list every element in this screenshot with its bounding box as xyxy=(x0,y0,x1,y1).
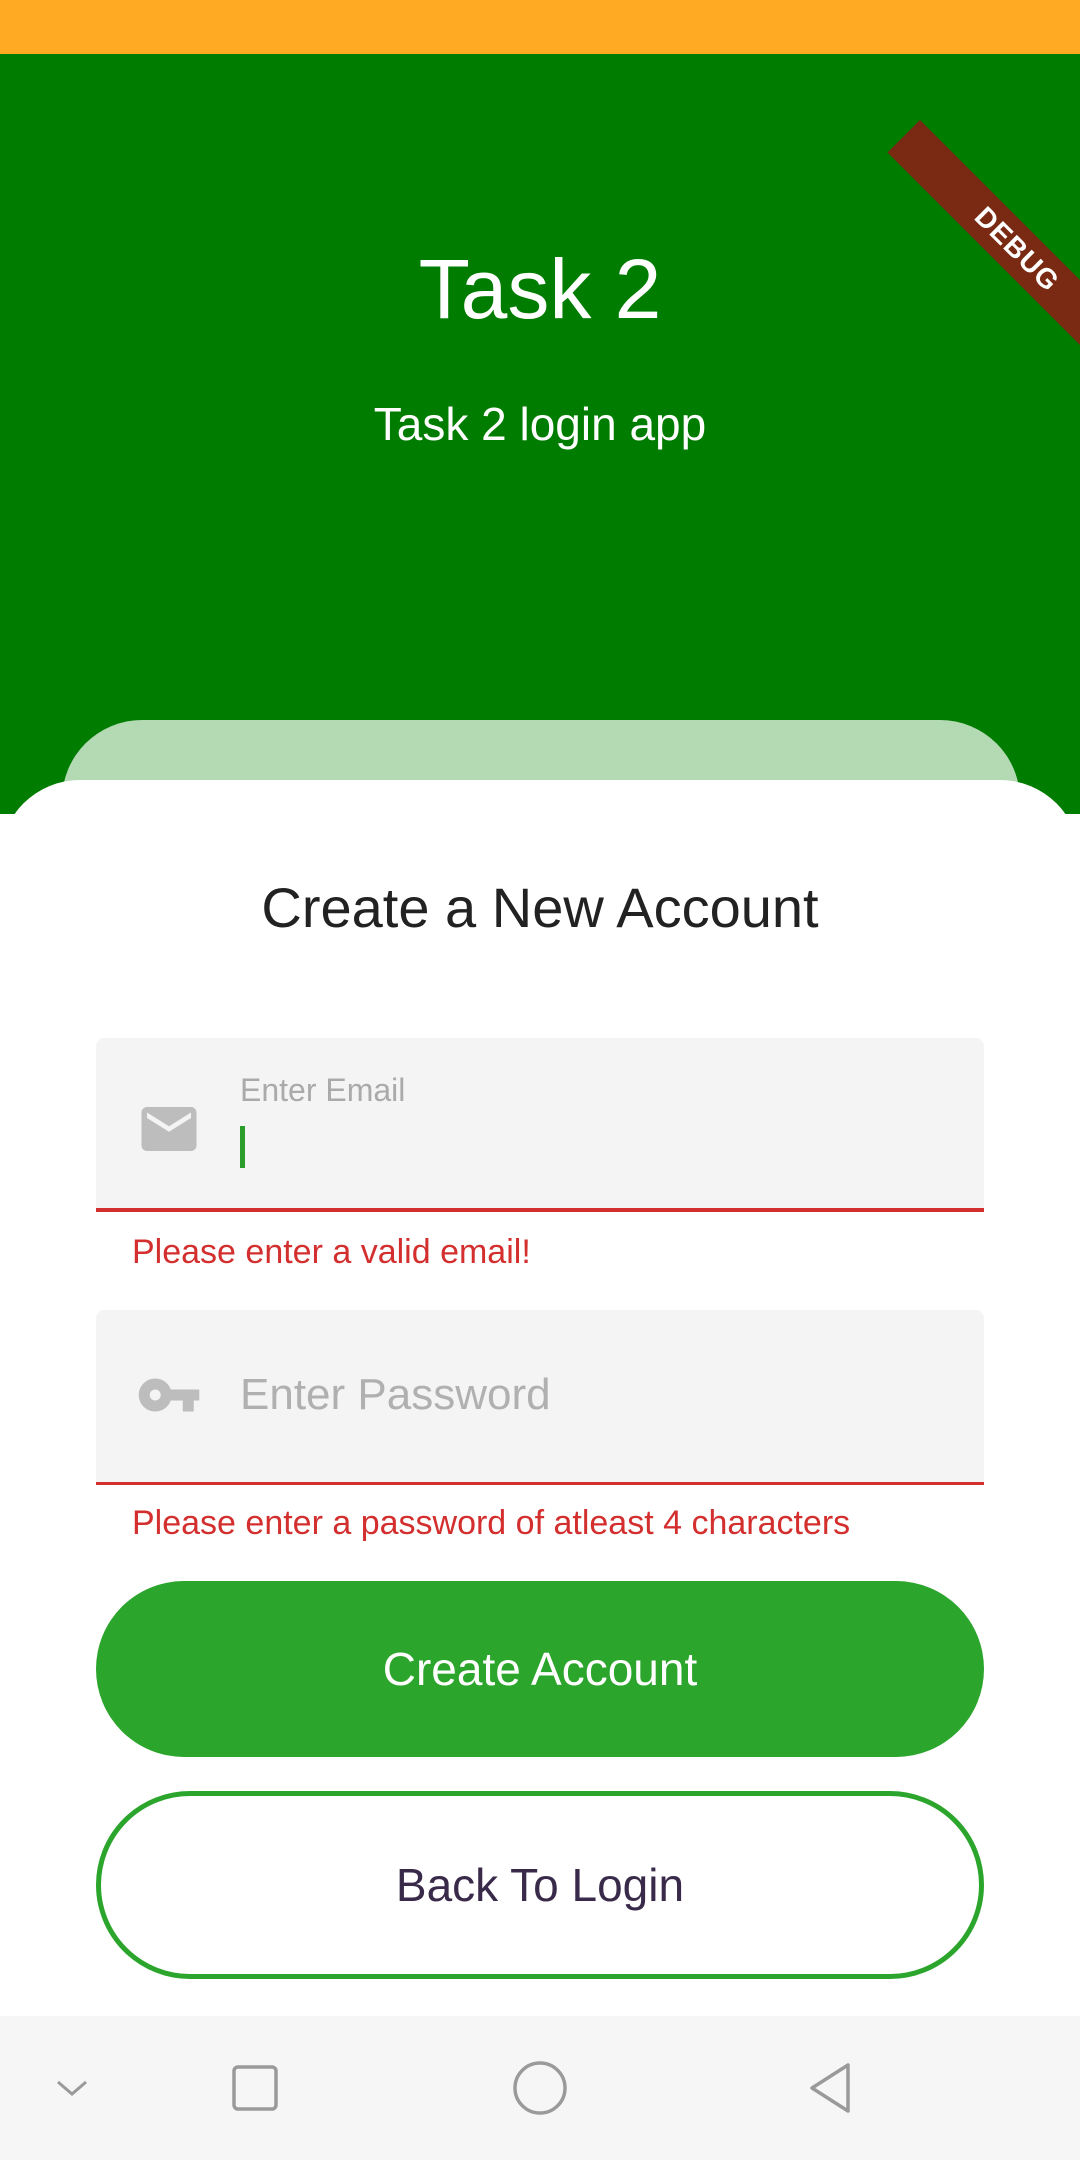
form-title: Create a New Account xyxy=(261,876,819,939)
password-field[interactable]: Enter Password xyxy=(96,1310,984,1485)
create-account-button[interactable]: Create Account xyxy=(96,1581,984,1757)
email-error: Please enter a valid email! xyxy=(132,1233,531,1271)
password-error: Please enter a password of atleast 4 cha… xyxy=(132,1504,851,1542)
header: Task 2 Task 2 login app DEBUG xyxy=(0,54,1080,814)
system-nav-bar xyxy=(0,2016,1080,2160)
email-label: Enter Email xyxy=(240,1072,406,1108)
app-title: Task 2 xyxy=(418,242,662,336)
back-triangle-icon[interactable] xyxy=(800,2058,860,2118)
chevron-down-icon[interactable] xyxy=(42,2058,102,2118)
app-subtitle: Task 2 login app xyxy=(373,398,707,450)
status-bar xyxy=(0,0,1080,54)
recents-square-icon[interactable] xyxy=(225,2058,285,2118)
mail-icon xyxy=(141,1107,197,1151)
home-circle-icon[interactable] xyxy=(510,2058,570,2118)
signup-card: Create a New Account Enter Email Please … xyxy=(0,780,1080,2016)
email-field[interactable]: Enter Email xyxy=(96,1038,984,1212)
password-placeholder: Enter Password xyxy=(240,1370,551,1419)
text-cursor xyxy=(240,1126,245,1168)
back-to-login-button[interactable]: Back To Login xyxy=(96,1791,984,1979)
key-icon xyxy=(138,1378,200,1412)
